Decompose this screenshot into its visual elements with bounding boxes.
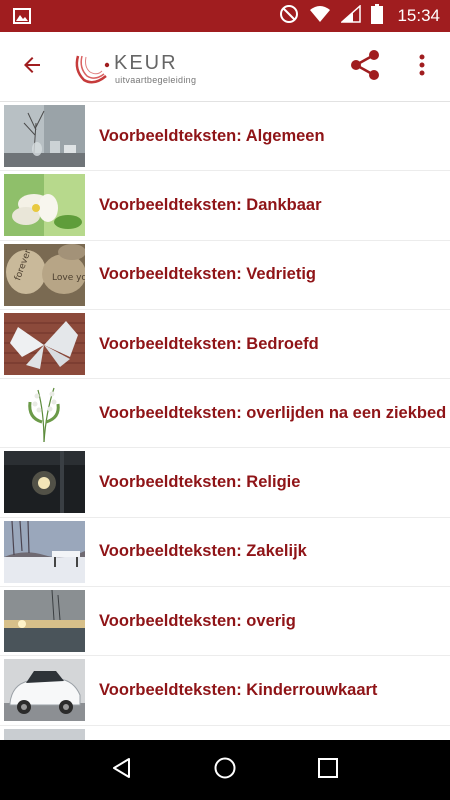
share-button[interactable] xyxy=(346,48,384,86)
list-item-label: Voorbeeldteksten: Zakelijk xyxy=(99,542,307,561)
do-not-disturb-icon xyxy=(279,4,299,29)
list-item-vedrietig[interactable]: forever Love you Voorbeeldteksten: Vedri… xyxy=(0,241,450,310)
logo-swirl-icon xyxy=(75,55,110,84)
list-item-label: Voorbeeldteksten: Algemeen xyxy=(99,126,325,145)
thumbnail-image xyxy=(4,105,85,167)
logo-text: KEUR xyxy=(114,52,178,74)
nav-home-button[interactable] xyxy=(200,745,250,795)
system-nav-bar xyxy=(0,740,450,800)
thumbnail-image xyxy=(4,590,85,653)
app-screen: 15:34 KEUR uitvaartbegeleiding Voorbeeld… xyxy=(0,0,450,800)
list-item-kinderrouwkaart[interactable]: Voorbeeldteksten: Kinderrouwkaart xyxy=(0,656,450,726)
list-item-overlijden-na-een-ziekbed[interactable]: Voorbeeldteksten: overlijden na een ziek… xyxy=(0,379,450,449)
thumbnail-image: forever Love you xyxy=(4,243,85,306)
thumbnail-image xyxy=(4,520,85,583)
status-bar: 15:34 xyxy=(0,0,450,32)
template-list: Voorbeeldteksten: Algemeen Voorbeeldteks… xyxy=(0,102,450,740)
list-item-religie[interactable]: Voorbeeldteksten: Religie xyxy=(0,448,450,518)
status-icons: 15:34 xyxy=(279,0,440,32)
list-item-label: Voorbeeldteksten: Dankbaar xyxy=(99,195,322,214)
thumbnail-image xyxy=(4,312,85,375)
overflow-menu-button[interactable] xyxy=(408,49,436,85)
app-toolbar: KEUR uitvaartbegeleiding xyxy=(0,32,450,102)
list-item-label: Voorbeeldteksten: overlijden na een ziek… xyxy=(99,403,447,422)
list-item-bedroefd[interactable]: Voorbeeldteksten: Bedroefd xyxy=(0,310,450,380)
list-item-label: Voorbeeldteksten: Bedroefd xyxy=(99,334,319,353)
share-icon xyxy=(348,48,382,87)
keur-logo: KEUR uitvaartbegeleiding xyxy=(72,46,196,90)
nav-back-icon xyxy=(110,756,134,785)
thumbnail-image xyxy=(4,174,85,237)
list-item-label: Voorbeeldteksten: overig xyxy=(99,611,296,630)
nav-recents-icon xyxy=(317,757,339,784)
battery-icon xyxy=(371,3,384,29)
status-time: 15:34 xyxy=(397,6,440,25)
list-item-algemeen[interactable]: Voorbeeldteksten: Algemeen xyxy=(0,102,450,172)
nav-home-icon xyxy=(213,756,237,785)
list-item-overig[interactable]: Voorbeeldteksten: overig xyxy=(0,587,450,657)
list-item-zakelijk[interactable]: Voorbeeldteksten: Zakelijk xyxy=(0,518,450,588)
image-icon xyxy=(12,6,32,26)
back-button[interactable] xyxy=(14,49,50,85)
thumbnail-image xyxy=(4,451,85,514)
logo-subtext: uitvaartbegeleiding xyxy=(115,75,197,85)
wifi-icon xyxy=(309,5,331,28)
svg-text:Love you: Love you xyxy=(52,273,85,283)
thumbnail-image xyxy=(4,382,85,445)
thumbnail-image xyxy=(4,728,85,740)
list-item-dankbaar[interactable]: Voorbeeldteksten: Dankbaar xyxy=(0,171,450,241)
list-item-label: Voorbeeldteksten: Vedrietig xyxy=(99,265,316,284)
more-vert-icon xyxy=(418,53,426,82)
signal-icon xyxy=(340,3,362,28)
list-item-label: Voorbeeldteksten: Religie xyxy=(99,473,301,492)
list-item-label: Voorbeeldteksten: Kinderrouwkaart xyxy=(99,681,378,700)
arrow-back-icon xyxy=(20,53,44,82)
list-item-partial[interactable] xyxy=(0,726,450,740)
thumbnail-image xyxy=(4,659,85,722)
nav-recents-button[interactable] xyxy=(303,745,353,795)
nav-back-button[interactable] xyxy=(97,745,147,795)
